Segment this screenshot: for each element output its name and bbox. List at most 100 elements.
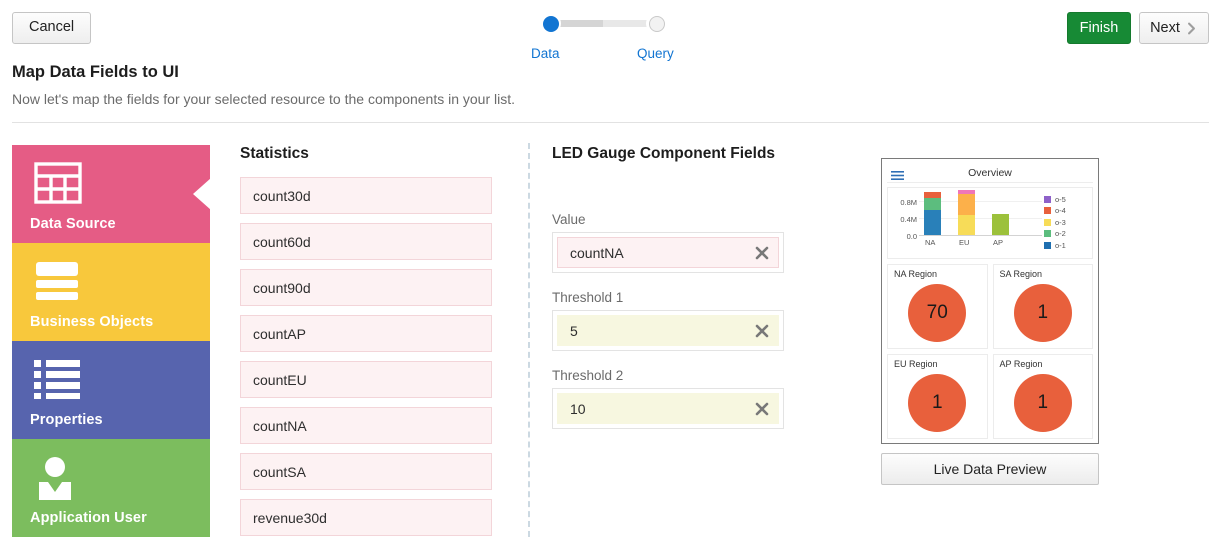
cancel-button-label: Cancel — [29, 19, 74, 35]
preview-panel: Overview 0.8M 0.4M 0.0 — [881, 158, 1099, 444]
hamburger-menu-icon[interactable] — [891, 168, 904, 186]
threshold2-field-text: 10 — [570, 401, 754, 417]
close-x-icon[interactable] — [754, 245, 770, 261]
chart-legend: o-5 o-4 o-3 o-2 o-1 — [1044, 194, 1088, 252]
y-tick-label: 0.8M — [891, 198, 917, 207]
legend-label: o-1 — [1055, 241, 1066, 250]
gauge-value: 70 — [908, 284, 966, 342]
user-icon — [34, 456, 76, 505]
legend-swatch — [1044, 242, 1051, 249]
header-divider — [12, 122, 1209, 123]
sidebar-item-label: Application User — [30, 510, 147, 526]
column-divider — [528, 143, 530, 537]
live-data-preview-button[interactable]: Live Data Preview — [881, 453, 1099, 485]
cancel-button[interactable]: Cancel — [12, 12, 91, 44]
value-field[interactable]: countNA — [552, 232, 784, 273]
gauge-card-eu[interactable]: EU Region 1 — [887, 354, 988, 439]
legend-label: o-4 — [1055, 206, 1066, 215]
threshold1-field-text: 5 — [570, 323, 754, 339]
legend-swatch — [1044, 196, 1051, 203]
list-item[interactable]: countEU — [240, 361, 492, 398]
list-item[interactable]: countNA — [240, 407, 492, 444]
page-subtitle: Now let's map the fields for your select… — [12, 91, 515, 107]
live-data-preview-label: Live Data Preview — [934, 461, 1047, 477]
gauge-grid: NA Region 70 SA Region 1 EU Region 1 AP … — [887, 264, 1093, 439]
close-x-icon[interactable] — [754, 401, 770, 417]
finish-button-label: Finish — [1080, 20, 1119, 36]
axis-baseline — [919, 235, 1042, 236]
bar-na — [924, 192, 941, 235]
field-label: Threshold 1 — [552, 290, 784, 305]
sidebar-item-label: Business Objects — [30, 314, 153, 330]
x-tick-label: NA — [925, 238, 935, 247]
field-group-threshold1: Threshold 1 5 — [552, 290, 784, 351]
finish-button[interactable]: Finish — [1067, 12, 1131, 44]
list-item[interactable]: countSA — [240, 453, 492, 490]
stepper-dot-query[interactable] — [646, 13, 667, 34]
bar-eu — [958, 190, 975, 235]
list-item[interactable]: count60d — [240, 223, 492, 260]
x-tick-label: AP — [993, 238, 1003, 247]
field-group-threshold2: Threshold 2 10 — [552, 368, 784, 429]
sidebar-item-properties[interactable]: Properties — [12, 341, 210, 439]
list-item[interactable]: count30d — [240, 177, 492, 214]
legend-label: o-2 — [1055, 229, 1066, 238]
preview-chart: 0.8M 0.4M 0.0 NA EU — [887, 187, 1093, 259]
next-button[interactable]: Next — [1139, 12, 1209, 44]
statistics-panel: Statistics count30d count60d count90d co… — [240, 145, 492, 537]
sidebar-item-data-source[interactable]: Data Source — [12, 145, 210, 243]
stepper-dot-data[interactable] — [540, 13, 561, 34]
statistics-title: Statistics — [240, 145, 492, 163]
sidebar-item-business-objects[interactable]: Business Objects — [12, 243, 210, 341]
gauge-value: 1 — [1014, 374, 1072, 432]
bar-ap — [992, 214, 1009, 235]
database-icon — [34, 260, 80, 309]
chevron-right-icon — [1185, 22, 1198, 35]
gauge-card-sa[interactable]: SA Region 1 — [993, 264, 1094, 349]
gauge-title: EU Region — [894, 359, 938, 369]
top-toolbar: Cancel Data Query Finish Next — [0, 0, 1221, 58]
stepper-label-query[interactable]: Query — [637, 46, 674, 61]
x-tick-label: EU — [959, 238, 969, 247]
gauge-card-na[interactable]: NA Region 70 — [887, 264, 988, 349]
stepper-label-data[interactable]: Data — [531, 46, 560, 61]
field-group-value: Value countNA — [552, 212, 784, 273]
list-item[interactable]: countAP — [240, 315, 492, 352]
legend-label: o-5 — [1055, 195, 1066, 204]
sidebar-tiles: Data Source Business Objects — [12, 145, 210, 537]
gauge-title: NA Region — [894, 269, 937, 279]
gauge-title: SA Region — [1000, 269, 1043, 279]
legend-item: o-5 — [1044, 194, 1088, 204]
legend-swatch — [1044, 230, 1051, 237]
next-button-label: Next — [1150, 20, 1180, 36]
legend-item: o-1 — [1044, 240, 1088, 250]
gauge-card-ap[interactable]: AP Region 1 — [993, 354, 1094, 439]
preview-header-title: Overview — [968, 167, 1012, 179]
gauge-value: 1 — [908, 374, 966, 432]
legend-label: o-3 — [1055, 218, 1066, 227]
list-icon — [34, 358, 80, 405]
gauge-value: 1 — [1014, 284, 1072, 342]
legend-item: o-2 — [1044, 229, 1088, 239]
legend-swatch — [1044, 207, 1051, 214]
threshold1-field[interactable]: 5 — [552, 310, 784, 351]
gauge-title: AP Region — [1000, 359, 1043, 369]
field-label: Threshold 2 — [552, 368, 784, 383]
close-x-icon[interactable] — [754, 323, 770, 339]
value-field-text: countNA — [570, 245, 754, 261]
sidebar-item-label: Data Source — [30, 216, 116, 232]
list-item[interactable]: revenue30d — [240, 499, 492, 536]
legend-swatch — [1044, 219, 1051, 226]
table-grid-icon — [34, 162, 82, 209]
preview-header: Overview — [887, 164, 1093, 183]
threshold2-field[interactable]: 10 — [552, 388, 784, 429]
list-item[interactable]: count90d — [240, 269, 492, 306]
y-tick-label: 0.4M — [891, 215, 917, 224]
field-label: Value — [552, 212, 784, 227]
legend-item: o-4 — [1044, 206, 1088, 216]
component-fields-title: LED Gauge Component Fields — [552, 145, 784, 163]
component-fields-panel: LED Gauge Component Fields Value countNA… — [552, 145, 784, 429]
sidebar-item-application-user[interactable]: Application User — [12, 439, 210, 537]
active-tile-notch — [193, 178, 211, 210]
legend-item: o-3 — [1044, 217, 1088, 227]
